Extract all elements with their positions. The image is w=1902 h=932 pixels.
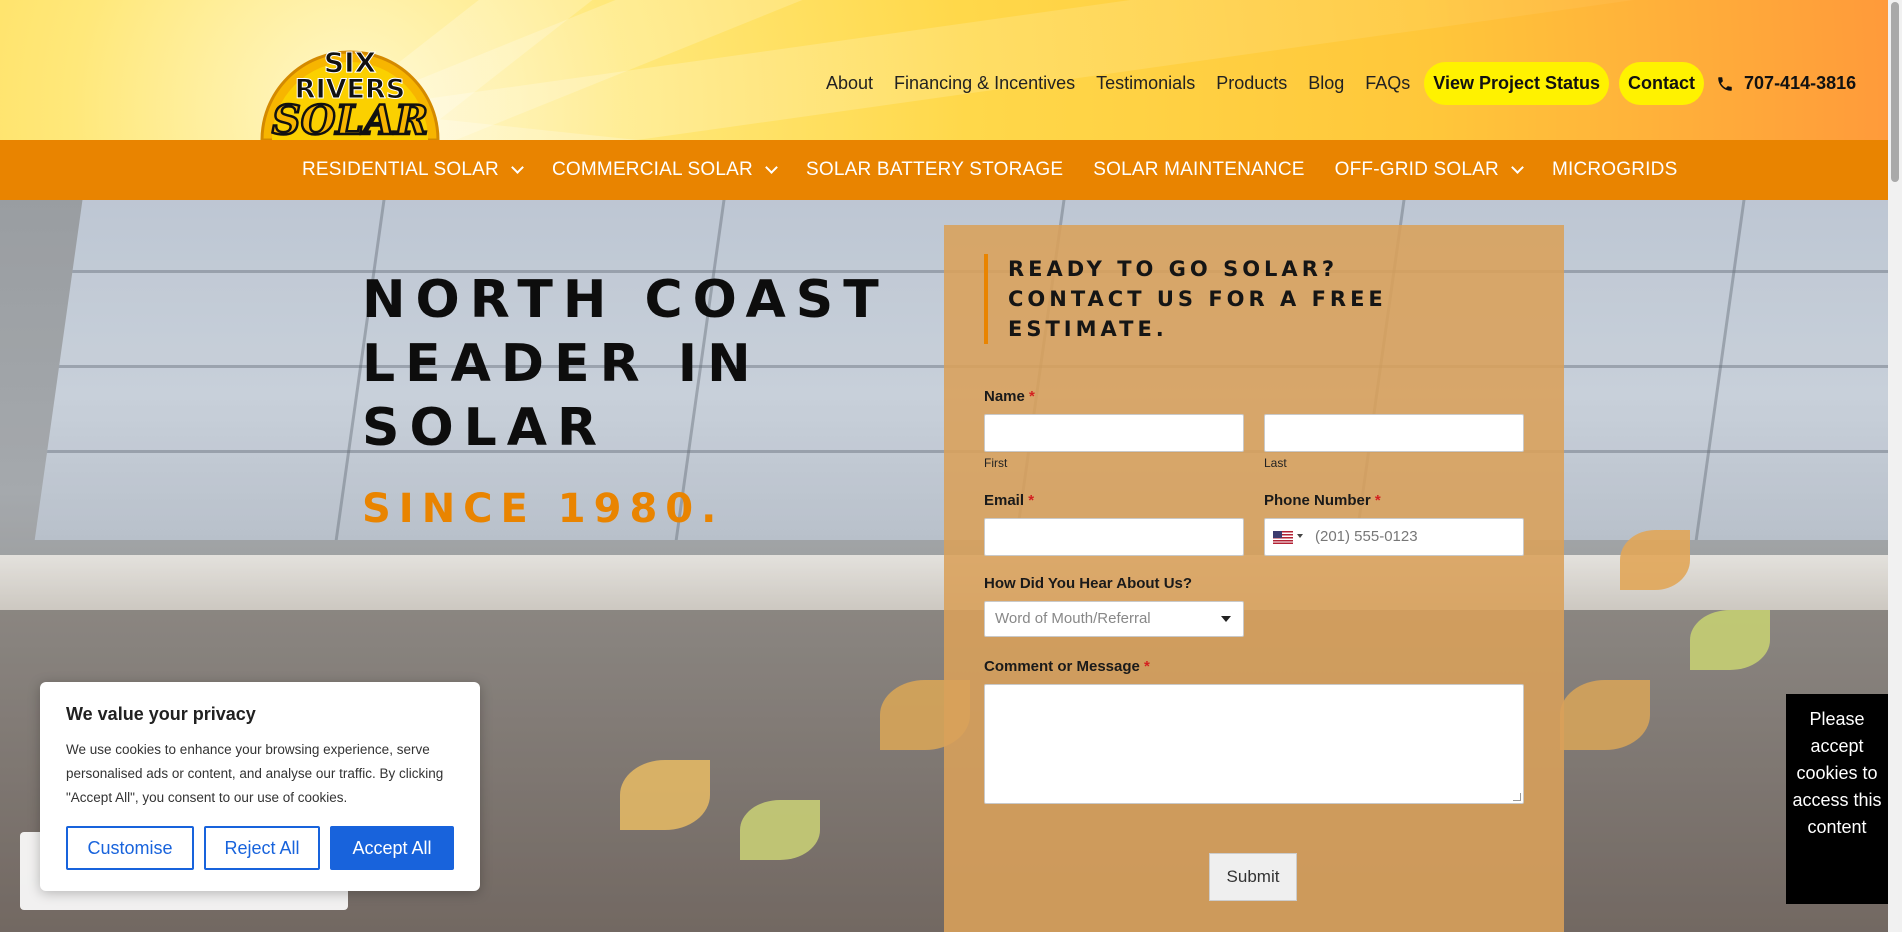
submit-button[interactable]: Submit (1209, 853, 1297, 901)
nav-link-faqs[interactable]: FAQs (1365, 73, 1410, 94)
hear-about-select[interactable]: Word of Mouth/Referral (984, 601, 1244, 637)
email-label: Email * (984, 492, 1034, 509)
accept-all-button[interactable]: Accept All (330, 826, 454, 870)
required-mark: * (1374, 492, 1381, 509)
required-mark: * (1144, 658, 1150, 675)
hear-about-value: Word of Mouth/Referral (995, 610, 1151, 627)
cookie-consent-banner: We value your privacy We use cookies to … (40, 682, 480, 891)
subnav-solar-battery-storage[interactable]: SOLAR BATTERY STORAGE (806, 159, 1063, 181)
us-flag-icon[interactable] (1273, 531, 1293, 544)
last-name-input[interactable] (1264, 414, 1524, 452)
required-mark: * (1028, 492, 1035, 509)
message-textarea[interactable] (984, 684, 1524, 804)
nav-link-financing[interactable]: Financing & Incentives (894, 73, 1075, 94)
subnav-commercial-solar[interactable]: COMMERCIAL SOLAR (551, 159, 778, 181)
required-mark: * (1029, 388, 1035, 405)
services-navigation: RESIDENTIAL SOLAR COMMERCIAL SOLAR SOLAR… (0, 140, 1888, 200)
hero-since: SINCE 1980. (362, 486, 725, 532)
first-name-input[interactable] (984, 414, 1244, 452)
form-title-line: CONTACT US FOR A FREE (1008, 287, 1387, 311)
chevron-down-icon (765, 160, 778, 174)
chevron-down-icon (1511, 160, 1524, 174)
subnav-solar-maintenance[interactable]: SOLAR MAINTENANCE (1093, 159, 1304, 181)
cookie-body: We use cookies to enhance your browsing … (66, 742, 444, 805)
email-input[interactable] (984, 518, 1244, 556)
message-label: Comment or Message * (984, 658, 1150, 675)
subnav-label: SOLAR BATTERY STORAGE (805, 159, 1064, 180)
name-label-text: Name (984, 388, 1025, 405)
svg-text:SOLAR: SOLAR (272, 97, 428, 140)
nav-link-testimonials[interactable]: Testimonials (1096, 73, 1195, 94)
nav-link-products[interactable]: Products (1216, 73, 1287, 94)
headline-line: LEADER IN (362, 334, 761, 394)
page-scrollbar[interactable] (1888, 0, 1902, 932)
chevron-down-icon (511, 160, 524, 174)
nav-link-about[interactable]: About (826, 73, 873, 94)
view-project-status-button[interactable]: View Project Status (1424, 62, 1610, 105)
message-label-text: Comment or Message (984, 658, 1140, 675)
six-rivers-solar-logo[interactable]: SIX RIVERS SOLAR (258, 28, 442, 140)
contact-button[interactable]: Contact (1619, 62, 1705, 105)
name-label: Name * (984, 388, 1035, 405)
subnav-label: MICROGRIDS (1551, 159, 1678, 180)
subnav-microgrids[interactable]: MICROGRIDS (1552, 159, 1678, 181)
nav-link-blog[interactable]: Blog (1308, 73, 1344, 94)
customise-button[interactable]: Customise (66, 826, 194, 870)
phone-input[interactable]: (201) 555-0123 (1264, 518, 1524, 556)
headline-line: SOLAR (362, 398, 608, 458)
first-sublabel: First (984, 456, 1008, 470)
phone-icon (1718, 76, 1732, 91)
cookie-title: We value your privacy (66, 704, 256, 724)
form-title-line: READY TO GO SOLAR? (1008, 257, 1339, 281)
subnav-label: SOLAR MAINTENANCE (1093, 159, 1305, 180)
phone-link[interactable]: 707-414-3816 (1716, 73, 1856, 94)
reject-all-button[interactable]: Reject All (204, 826, 320, 870)
subnav-residential-solar[interactable]: RESIDENTIAL SOLAR (302, 159, 524, 181)
hear-about-label: How Did You Hear About Us? (984, 575, 1193, 592)
subnav-label: RESIDENTIAL SOLAR (302, 159, 499, 180)
phone-placeholder: (201) 555-0123 (1315, 528, 1418, 545)
form-title-line: ESTIMATE. (1008, 317, 1168, 341)
caret-down-icon (1297, 534, 1303, 538)
top-navigation: About Financing & Incentives Testimonial… (826, 62, 1856, 105)
headline-line: NORTH COAST (362, 270, 889, 330)
phone-label: Phone Number * (1264, 492, 1381, 509)
phone-number: 707-414-3816 (1744, 73, 1857, 93)
cookie-required-notice: Please accept cookies to access this con… (1786, 694, 1888, 904)
resize-handle-icon[interactable] (1513, 793, 1521, 801)
email-label-text: Email (984, 492, 1025, 509)
subnav-label: COMMERCIAL SOLAR (551, 159, 753, 180)
phone-label-text: Phone Number (1264, 492, 1371, 509)
form-title: READY TO GO SOLAR? CONTACT US FOR A FREE… (984, 254, 1404, 344)
last-sublabel: Last (1264, 456, 1287, 470)
site-header: SIX RIVERS SOLAR About Financing & Incen… (0, 0, 1888, 140)
estimate-form: READY TO GO SOLAR? CONTACT US FOR A FREE… (944, 225, 1564, 932)
caret-down-icon (1221, 616, 1231, 622)
subnav-off-grid-solar[interactable]: OFF-GRID SOLAR (1334, 159, 1524, 181)
subnav-label: OFF-GRID SOLAR (1334, 159, 1499, 180)
scrollbar-thumb[interactable] (1891, 2, 1899, 182)
hero-headline: NORTH COAST LEADER IN SOLAR (362, 268, 889, 460)
